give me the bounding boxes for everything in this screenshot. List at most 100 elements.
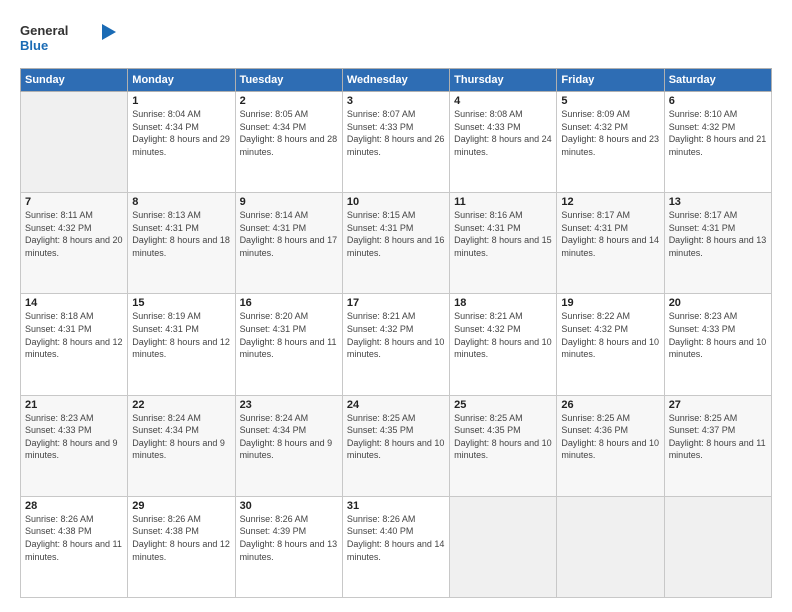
calendar-cell: 12Sunrise: 8:17 AMSunset: 4:31 PMDayligh… bbox=[557, 193, 664, 294]
calendar-cell: 10Sunrise: 8:15 AMSunset: 4:31 PMDayligh… bbox=[342, 193, 449, 294]
day-number: 24 bbox=[347, 399, 445, 411]
day-number: 16 bbox=[240, 297, 338, 309]
day-info: Sunrise: 8:16 AMSunset: 4:31 PMDaylight:… bbox=[454, 209, 552, 259]
day-number: 3 bbox=[347, 95, 445, 107]
weekday-header-tuesday: Tuesday bbox=[235, 69, 342, 92]
svg-text:Blue: Blue bbox=[20, 38, 48, 53]
calendar-cell: 9Sunrise: 8:14 AMSunset: 4:31 PMDaylight… bbox=[235, 193, 342, 294]
day-info: Sunrise: 8:17 AMSunset: 4:31 PMDaylight:… bbox=[669, 209, 767, 259]
calendar-cell: 24Sunrise: 8:25 AMSunset: 4:35 PMDayligh… bbox=[342, 395, 449, 496]
day-number: 30 bbox=[240, 500, 338, 512]
page: General Blue SundayMondayTuesdayWednesda… bbox=[0, 0, 792, 612]
day-info: Sunrise: 8:17 AMSunset: 4:31 PMDaylight:… bbox=[561, 209, 659, 259]
calendar-cell: 2Sunrise: 8:05 AMSunset: 4:34 PMDaylight… bbox=[235, 92, 342, 193]
calendar-table: SundayMondayTuesdayWednesdayThursdayFrid… bbox=[20, 68, 772, 598]
calendar-cell: 1Sunrise: 8:04 AMSunset: 4:34 PMDaylight… bbox=[128, 92, 235, 193]
calendar-cell bbox=[21, 92, 128, 193]
day-number: 28 bbox=[25, 500, 123, 512]
day-info: Sunrise: 8:04 AMSunset: 4:34 PMDaylight:… bbox=[132, 108, 230, 158]
calendar-cell: 20Sunrise: 8:23 AMSunset: 4:33 PMDayligh… bbox=[664, 294, 771, 395]
calendar-cell: 7Sunrise: 8:11 AMSunset: 4:32 PMDaylight… bbox=[21, 193, 128, 294]
day-number: 7 bbox=[25, 196, 123, 208]
calendar-cell bbox=[450, 496, 557, 597]
day-info: Sunrise: 8:08 AMSunset: 4:33 PMDaylight:… bbox=[454, 108, 552, 158]
calendar-cell: 8Sunrise: 8:13 AMSunset: 4:31 PMDaylight… bbox=[128, 193, 235, 294]
calendar-cell: 31Sunrise: 8:26 AMSunset: 4:40 PMDayligh… bbox=[342, 496, 449, 597]
day-number: 27 bbox=[669, 399, 767, 411]
calendar-cell: 19Sunrise: 8:22 AMSunset: 4:32 PMDayligh… bbox=[557, 294, 664, 395]
calendar-cell: 5Sunrise: 8:09 AMSunset: 4:32 PMDaylight… bbox=[557, 92, 664, 193]
day-info: Sunrise: 8:22 AMSunset: 4:32 PMDaylight:… bbox=[561, 310, 659, 360]
day-number: 9 bbox=[240, 196, 338, 208]
day-info: Sunrise: 8:23 AMSunset: 4:33 PMDaylight:… bbox=[669, 310, 767, 360]
day-info: Sunrise: 8:05 AMSunset: 4:34 PMDaylight:… bbox=[240, 108, 338, 158]
calendar-cell: 16Sunrise: 8:20 AMSunset: 4:31 PMDayligh… bbox=[235, 294, 342, 395]
day-number: 1 bbox=[132, 95, 230, 107]
day-number: 14 bbox=[25, 297, 123, 309]
day-number: 10 bbox=[347, 196, 445, 208]
day-info: Sunrise: 8:15 AMSunset: 4:31 PMDaylight:… bbox=[347, 209, 445, 259]
calendar-cell: 17Sunrise: 8:21 AMSunset: 4:32 PMDayligh… bbox=[342, 294, 449, 395]
day-number: 22 bbox=[132, 399, 230, 411]
day-info: Sunrise: 8:26 AMSunset: 4:39 PMDaylight:… bbox=[240, 513, 338, 563]
weekday-header-friday: Friday bbox=[557, 69, 664, 92]
day-number: 15 bbox=[132, 297, 230, 309]
day-info: Sunrise: 8:25 AMSunset: 4:35 PMDaylight:… bbox=[454, 412, 552, 462]
day-number: 6 bbox=[669, 95, 767, 107]
day-number: 13 bbox=[669, 196, 767, 208]
calendar-cell: 14Sunrise: 8:18 AMSunset: 4:31 PMDayligh… bbox=[21, 294, 128, 395]
header: General Blue bbox=[20, 18, 772, 58]
calendar-cell: 4Sunrise: 8:08 AMSunset: 4:33 PMDaylight… bbox=[450, 92, 557, 193]
calendar-cell: 21Sunrise: 8:23 AMSunset: 4:33 PMDayligh… bbox=[21, 395, 128, 496]
svg-text:General: General bbox=[20, 23, 68, 38]
day-number: 8 bbox=[132, 196, 230, 208]
day-number: 29 bbox=[132, 500, 230, 512]
calendar-cell: 28Sunrise: 8:26 AMSunset: 4:38 PMDayligh… bbox=[21, 496, 128, 597]
calendar-cell: 18Sunrise: 8:21 AMSunset: 4:32 PMDayligh… bbox=[450, 294, 557, 395]
calendar-cell bbox=[664, 496, 771, 597]
day-info: Sunrise: 8:10 AMSunset: 4:32 PMDaylight:… bbox=[669, 108, 767, 158]
day-number: 31 bbox=[347, 500, 445, 512]
calendar-cell: 11Sunrise: 8:16 AMSunset: 4:31 PMDayligh… bbox=[450, 193, 557, 294]
day-number: 11 bbox=[454, 196, 552, 208]
day-info: Sunrise: 8:11 AMSunset: 4:32 PMDaylight:… bbox=[25, 209, 123, 259]
calendar-cell: 13Sunrise: 8:17 AMSunset: 4:31 PMDayligh… bbox=[664, 193, 771, 294]
day-info: Sunrise: 8:19 AMSunset: 4:31 PMDaylight:… bbox=[132, 310, 230, 360]
day-info: Sunrise: 8:21 AMSunset: 4:32 PMDaylight:… bbox=[347, 310, 445, 360]
weekday-header-saturday: Saturday bbox=[664, 69, 771, 92]
day-info: Sunrise: 8:26 AMSunset: 4:38 PMDaylight:… bbox=[25, 513, 123, 563]
logo: General Blue bbox=[20, 18, 120, 58]
day-info: Sunrise: 8:25 AMSunset: 4:36 PMDaylight:… bbox=[561, 412, 659, 462]
day-number: 18 bbox=[454, 297, 552, 309]
week-row-2: 14Sunrise: 8:18 AMSunset: 4:31 PMDayligh… bbox=[21, 294, 772, 395]
day-info: Sunrise: 8:23 AMSunset: 4:33 PMDaylight:… bbox=[25, 412, 123, 462]
day-number: 23 bbox=[240, 399, 338, 411]
day-info: Sunrise: 8:25 AMSunset: 4:37 PMDaylight:… bbox=[669, 412, 767, 462]
day-info: Sunrise: 8:20 AMSunset: 4:31 PMDaylight:… bbox=[240, 310, 338, 360]
day-number: 26 bbox=[561, 399, 659, 411]
day-info: Sunrise: 8:26 AMSunset: 4:38 PMDaylight:… bbox=[132, 513, 230, 563]
weekday-header-monday: Monday bbox=[128, 69, 235, 92]
day-number: 17 bbox=[347, 297, 445, 309]
day-info: Sunrise: 8:14 AMSunset: 4:31 PMDaylight:… bbox=[240, 209, 338, 259]
calendar-cell bbox=[557, 496, 664, 597]
week-row-0: 1Sunrise: 8:04 AMSunset: 4:34 PMDaylight… bbox=[21, 92, 772, 193]
day-number: 12 bbox=[561, 196, 659, 208]
day-number: 20 bbox=[669, 297, 767, 309]
day-info: Sunrise: 8:24 AMSunset: 4:34 PMDaylight:… bbox=[132, 412, 230, 462]
week-row-3: 21Sunrise: 8:23 AMSunset: 4:33 PMDayligh… bbox=[21, 395, 772, 496]
day-number: 25 bbox=[454, 399, 552, 411]
day-number: 5 bbox=[561, 95, 659, 107]
calendar-cell: 15Sunrise: 8:19 AMSunset: 4:31 PMDayligh… bbox=[128, 294, 235, 395]
calendar-cell: 30Sunrise: 8:26 AMSunset: 4:39 PMDayligh… bbox=[235, 496, 342, 597]
weekday-header-sunday: Sunday bbox=[21, 69, 128, 92]
day-info: Sunrise: 8:25 AMSunset: 4:35 PMDaylight:… bbox=[347, 412, 445, 462]
logo-svg: General Blue bbox=[20, 18, 120, 58]
calendar-cell: 23Sunrise: 8:24 AMSunset: 4:34 PMDayligh… bbox=[235, 395, 342, 496]
week-row-1: 7Sunrise: 8:11 AMSunset: 4:32 PMDaylight… bbox=[21, 193, 772, 294]
weekday-header-wednesday: Wednesday bbox=[342, 69, 449, 92]
weekday-header-row: SundayMondayTuesdayWednesdayThursdayFrid… bbox=[21, 69, 772, 92]
day-info: Sunrise: 8:13 AMSunset: 4:31 PMDaylight:… bbox=[132, 209, 230, 259]
day-number: 2 bbox=[240, 95, 338, 107]
calendar-cell: 22Sunrise: 8:24 AMSunset: 4:34 PMDayligh… bbox=[128, 395, 235, 496]
